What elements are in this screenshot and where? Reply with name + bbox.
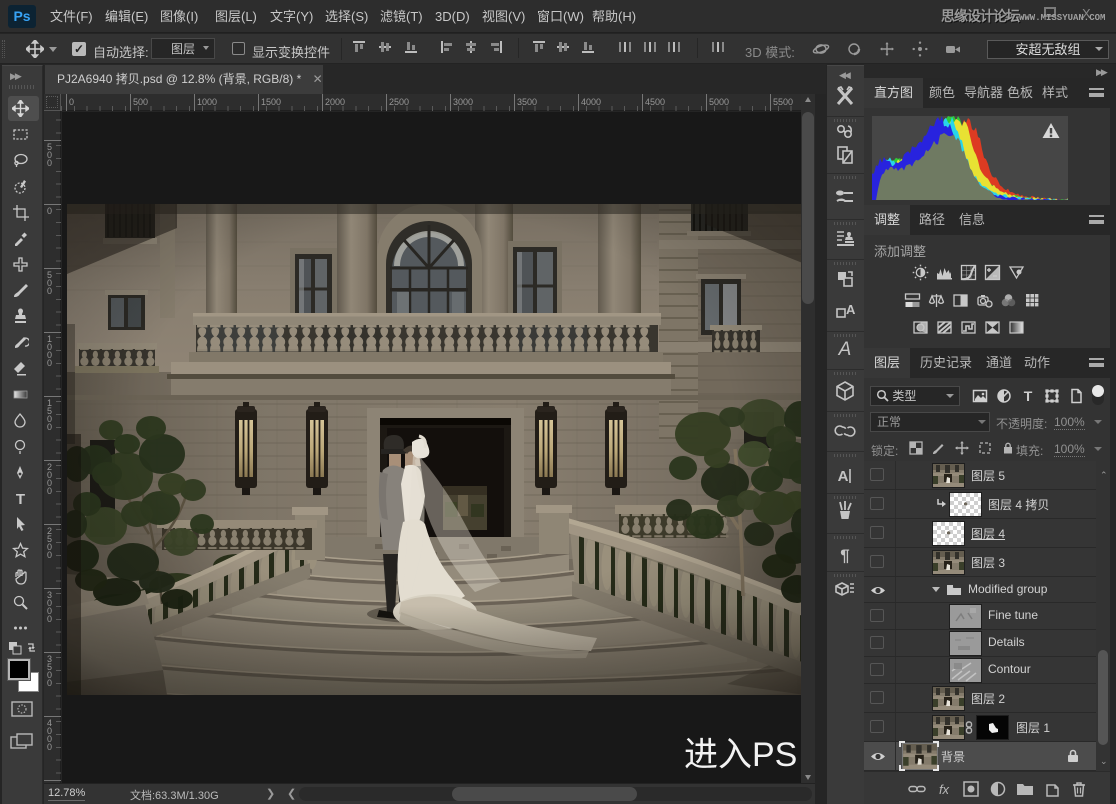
svg-text:A: A [838, 468, 849, 485]
svg-text:¶: ¶ [840, 546, 849, 565]
svg-text:T: T [16, 491, 25, 507]
svg-text:A: A [838, 339, 852, 360]
svg-text:fx: fx [939, 782, 950, 797]
svg-text:A: A [846, 302, 856, 317]
svg-text:T: T [1024, 388, 1033, 404]
